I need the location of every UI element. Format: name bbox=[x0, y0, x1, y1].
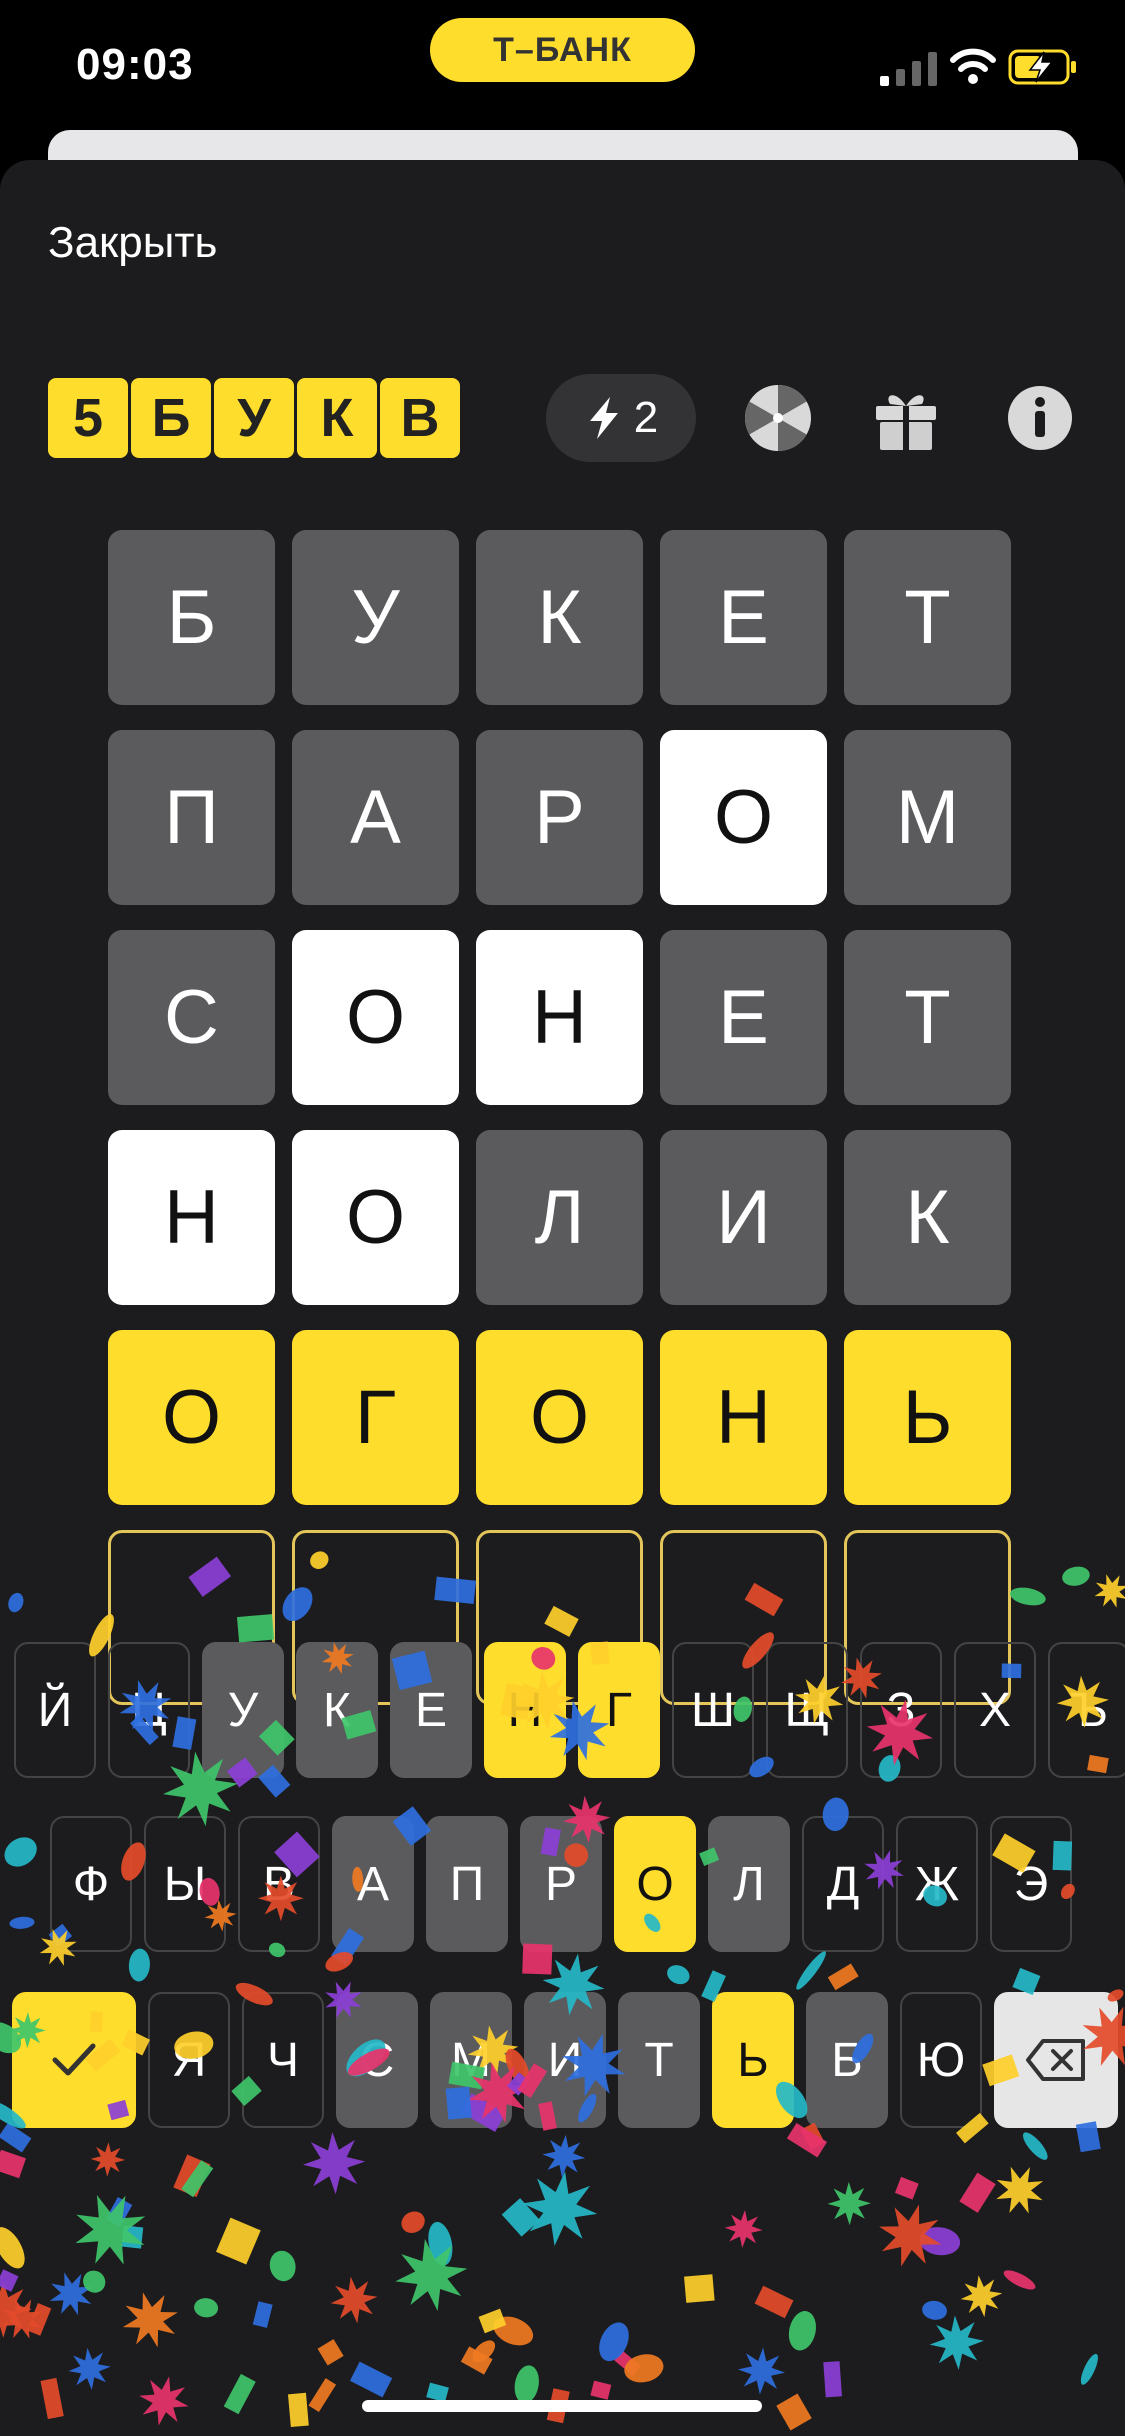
grid-cell: Е bbox=[660, 530, 827, 705]
logo-letter: В bbox=[380, 378, 460, 458]
key[interactable]: А bbox=[332, 1816, 414, 1952]
backspace-icon bbox=[1026, 2039, 1085, 2081]
grid-row: ОГОНЬ bbox=[108, 1330, 1018, 1505]
key[interactable]: Э bbox=[990, 1816, 1072, 1952]
energy-button[interactable]: 2 bbox=[546, 374, 696, 462]
enter-key[interactable] bbox=[12, 1992, 136, 2128]
logo-letter: Б bbox=[131, 378, 211, 458]
fortune-wheel-icon[interactable] bbox=[742, 382, 814, 454]
grid-cell: К bbox=[844, 1130, 1011, 1305]
key[interactable]: И bbox=[524, 1992, 606, 2128]
backspace-key[interactable] bbox=[994, 1992, 1118, 2128]
grid-cell: М bbox=[844, 730, 1011, 905]
grid-cell: П bbox=[108, 730, 275, 905]
key[interactable]: О bbox=[614, 1816, 696, 1952]
key[interactable]: Ш bbox=[672, 1642, 754, 1778]
key[interactable]: Ь bbox=[712, 1992, 794, 2128]
info-icon[interactable] bbox=[1004, 382, 1076, 454]
key[interactable]: Ж bbox=[896, 1816, 978, 1952]
key[interactable]: М bbox=[430, 1992, 512, 2128]
key[interactable]: Й bbox=[14, 1642, 96, 1778]
grid-cell: О bbox=[108, 1330, 275, 1505]
logo-letter: У bbox=[214, 378, 294, 458]
key[interactable]: Л bbox=[708, 1816, 790, 1952]
key[interactable]: В bbox=[238, 1816, 320, 1952]
grid-cell: С bbox=[108, 930, 275, 1105]
status-bar: 09:03 Т–БАНК bbox=[0, 0, 1125, 140]
gift-icon[interactable] bbox=[870, 382, 942, 454]
wifi-icon bbox=[950, 48, 996, 84]
key[interactable]: Ъ bbox=[1048, 1642, 1125, 1778]
checkmark-icon bbox=[52, 2043, 96, 2076]
grid-cell: Н bbox=[660, 1330, 827, 1505]
key[interactable]: Ф bbox=[50, 1816, 132, 1952]
key[interactable]: С bbox=[336, 1992, 418, 2128]
lightning-icon bbox=[589, 397, 618, 439]
key[interactable]: У bbox=[202, 1642, 284, 1778]
keyboard-row: ЙЦУКЕНГШЩЗХЪ bbox=[14, 1642, 1125, 1778]
grid-cell: О bbox=[660, 730, 827, 905]
key[interactable]: Д bbox=[802, 1816, 884, 1952]
grid-row: СОНЕТ bbox=[108, 930, 1018, 1105]
key[interactable]: П bbox=[426, 1816, 508, 1952]
grid-cell: Г bbox=[292, 1330, 459, 1505]
key[interactable]: Ю bbox=[900, 1992, 982, 2128]
grid-cell: Ь bbox=[844, 1330, 1011, 1505]
energy-count: 2 bbox=[633, 393, 659, 442]
grid-cell: О bbox=[476, 1330, 643, 1505]
key[interactable]: Р bbox=[520, 1816, 602, 1952]
grid-row: ПАРОМ bbox=[108, 730, 1018, 905]
battery-charging-icon bbox=[1008, 49, 1076, 85]
grid-cell: Т bbox=[844, 930, 1011, 1105]
key[interactable]: Т bbox=[618, 1992, 700, 2128]
grid-cell: И bbox=[660, 1130, 827, 1305]
key[interactable]: Ы bbox=[144, 1816, 226, 1952]
home-indicator bbox=[362, 2400, 762, 2412]
key[interactable]: Ц bbox=[108, 1642, 190, 1778]
grid-cell: К bbox=[476, 530, 643, 705]
key[interactable]: Г bbox=[578, 1642, 660, 1778]
close-button[interactable]: Закрыть bbox=[48, 218, 217, 268]
key[interactable]: Ч bbox=[242, 1992, 324, 2128]
grid-cell: Н bbox=[108, 1130, 275, 1305]
grid-cell: А bbox=[292, 730, 459, 905]
status-time: 09:03 bbox=[76, 40, 194, 89]
grid-row: НОЛИК bbox=[108, 1130, 1018, 1305]
key[interactable]: К bbox=[296, 1642, 378, 1778]
key[interactable]: Е bbox=[390, 1642, 472, 1778]
key[interactable]: З bbox=[860, 1642, 942, 1778]
grid-cell: Н bbox=[476, 930, 643, 1105]
grid-cell: Р bbox=[476, 730, 643, 905]
grid-cell: О bbox=[292, 930, 459, 1105]
keyboard-row: ФЫВАПРОЛДЖЭ bbox=[50, 1816, 1072, 1952]
grid-cell: Л bbox=[476, 1130, 643, 1305]
cellular-signal-icon bbox=[880, 52, 937, 86]
key[interactable]: Х bbox=[954, 1642, 1036, 1778]
key[interactable]: Щ bbox=[766, 1642, 848, 1778]
bank-pill[interactable]: Т–БАНК bbox=[430, 18, 695, 82]
game-logo: 5 Б У К В bbox=[48, 378, 460, 458]
word-grid: БУКЕТПАРОМСОНЕТНОЛИКОГОНЬ bbox=[108, 530, 1018, 1730]
grid-cell: О bbox=[292, 1130, 459, 1305]
key[interactable]: Б bbox=[806, 1992, 888, 2128]
key[interactable]: Я bbox=[148, 1992, 230, 2128]
grid-cell: Т bbox=[844, 530, 1011, 705]
keyboard-row: ЯЧСМИТЬБЮ bbox=[12, 1992, 1118, 2128]
grid-cell: У bbox=[292, 530, 459, 705]
grid-cell: Б bbox=[108, 530, 275, 705]
logo-letter: 5 bbox=[48, 378, 128, 458]
grid-cell: Е bbox=[660, 930, 827, 1105]
key[interactable]: Н bbox=[484, 1642, 566, 1778]
logo-letter: К bbox=[297, 378, 377, 458]
grid-row: БУКЕТ bbox=[108, 530, 1018, 705]
